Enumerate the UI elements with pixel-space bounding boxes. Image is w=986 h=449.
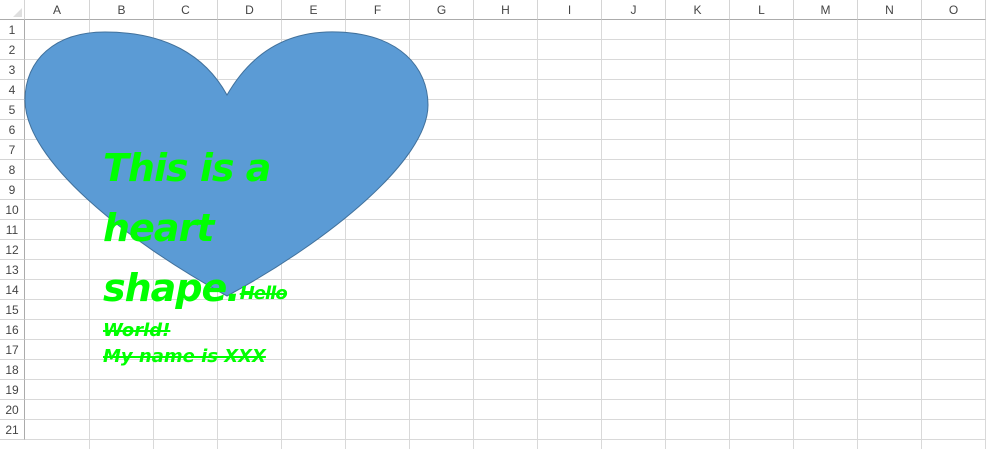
strikethrough-hello: Hello	[239, 283, 288, 304]
spreadsheet-grid[interactable]: ABCDEFGHIJKLMNO 1 2 3 4 5 6 7 8 9 10 11 12 13 14 15 16 1…	[0, 0, 986, 449]
shape-text-line-3: shape.Hello	[103, 258, 303, 318]
shape-text-line-1: This is a	[103, 146, 271, 190]
strikethrough-world: World!	[103, 320, 171, 341]
shape-text-line-3-main: shape.	[103, 266, 241, 310]
heart-shape-text[interactable]: This is a heart shape.Hello World! My na…	[103, 138, 303, 370]
strikethrough-my-name: My name is XXX	[103, 346, 266, 367]
shape-text-line-2: heart	[103, 206, 214, 250]
